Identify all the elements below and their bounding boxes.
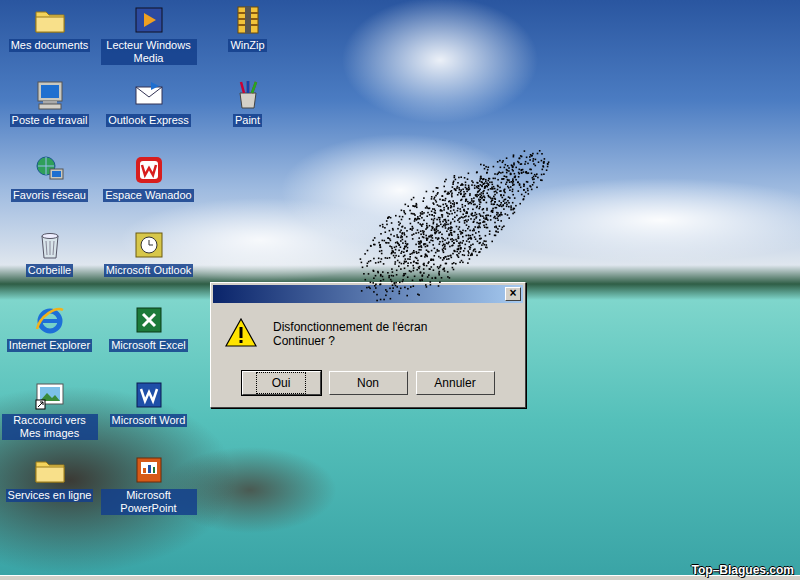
desktop-icon[interactable]: Poste de travail bbox=[0, 79, 99, 154]
desktop-icon[interactable]: Favoris réseau bbox=[0, 154, 99, 229]
internet-explorer-icon[interactable] bbox=[34, 304, 66, 336]
watermark: Top–Blagues.com bbox=[692, 561, 794, 579]
desktop-icon[interactable]: Lecteur Windows Media bbox=[99, 4, 198, 79]
desktop-icon[interactable]: WinZip bbox=[198, 4, 297, 79]
icon-column: WinZip Paint bbox=[198, 4, 297, 154]
icon-label[interactable]: Espace Wanadoo bbox=[103, 189, 193, 202]
button-label[interactable]: Annuler bbox=[434, 374, 475, 392]
desktop-icon[interactable]: Microsoft Excel bbox=[99, 304, 198, 379]
icon-label[interactable]: Internet Explorer bbox=[7, 339, 92, 352]
dialog-message: Disfonctionnement de l'écranContinuer ? bbox=[273, 317, 427, 349]
desktop-icon[interactable]: Outlook Express bbox=[99, 79, 198, 154]
message-line: Disfonctionnement de l'écran bbox=[273, 320, 427, 334]
winzip-icon[interactable] bbox=[232, 4, 264, 36]
icon-label[interactable]: Microsoft PowerPoint bbox=[101, 489, 197, 515]
media-player-icon[interactable] bbox=[133, 4, 165, 36]
dialog-button[interactable]: Oui bbox=[242, 371, 321, 395]
icon-label[interactable]: Microsoft Word bbox=[110, 414, 188, 427]
icon-label[interactable]: Services en ligne bbox=[6, 489, 94, 502]
computer-icon[interactable] bbox=[34, 79, 66, 111]
desktop-icon[interactable]: Microsoft Outlook bbox=[99, 229, 198, 304]
desktop-icon[interactable]: Raccourci vers Mes images bbox=[0, 379, 99, 454]
icon-label[interactable]: WinZip bbox=[228, 39, 266, 52]
icon-column: Lecteur Windows Media Outlook Express Espa… bbox=[99, 4, 198, 529]
icon-label[interactable]: Favoris réseau bbox=[11, 189, 88, 202]
dialog-button[interactable]: Annuler bbox=[416, 371, 495, 395]
icon-label[interactable]: Microsoft Excel bbox=[109, 339, 188, 352]
desktop-icon[interactable]: Services en ligne bbox=[0, 454, 99, 529]
outlook-express-icon[interactable] bbox=[133, 79, 165, 111]
desktop-icon[interactable]: Corbeille bbox=[0, 229, 99, 304]
screen: Mes documents Poste de travail Favoris rés… bbox=[0, 0, 800, 580]
title-bar[interactable]: × bbox=[213, 285, 523, 303]
word-icon[interactable] bbox=[133, 379, 165, 411]
icon-label[interactable]: Outlook Express bbox=[106, 114, 191, 127]
icon-area: Mes documents Poste de travail Favoris rés… bbox=[0, 0, 800, 529]
message-line: Continuer ? bbox=[273, 334, 427, 348]
wanadoo-icon[interactable] bbox=[133, 154, 165, 186]
dialog-buttons: Oui Non Annuler bbox=[213, 357, 523, 405]
desktop-icon[interactable]: Espace Wanadoo bbox=[99, 154, 198, 229]
icon-label[interactable]: Corbeille bbox=[26, 264, 73, 277]
desktop-icon[interactable]: Microsoft Word bbox=[99, 379, 198, 454]
warning-icon bbox=[225, 317, 257, 349]
dialog-body: Disfonctionnement de l'écranContinuer ? bbox=[213, 303, 523, 357]
close-button[interactable]: × bbox=[505, 287, 521, 301]
pictures-shortcut-icon[interactable] bbox=[34, 379, 66, 411]
button-label[interactable]: Oui bbox=[258, 374, 305, 392]
taskbar bbox=[0, 575, 800, 580]
button-label[interactable]: Non bbox=[357, 374, 379, 392]
desktop-icon[interactable]: Paint bbox=[198, 79, 297, 154]
icon-label[interactable]: Raccourci vers Mes images bbox=[2, 414, 98, 440]
outlook-icon[interactable] bbox=[133, 229, 165, 261]
desktop-icon[interactable]: Mes documents bbox=[0, 4, 99, 79]
desktop: Mes documents Poste de travail Favoris rés… bbox=[0, 0, 800, 575]
desktop-icon[interactable]: Internet Explorer bbox=[0, 304, 99, 379]
icon-label[interactable]: Mes documents bbox=[9, 39, 91, 52]
desktop-icon[interactable]: Microsoft PowerPoint bbox=[99, 454, 198, 529]
dialog: × Disfonctionnement de l'écranContinuer ?… bbox=[210, 282, 526, 408]
icon-column: Mes documents Poste de travail Favoris rés… bbox=[0, 4, 99, 529]
icon-label[interactable]: Paint bbox=[233, 114, 262, 127]
powerpoint-icon[interactable] bbox=[133, 454, 165, 486]
icon-label[interactable]: Microsoft Outlook bbox=[104, 264, 194, 277]
network-icon[interactable] bbox=[34, 154, 66, 186]
icon-label[interactable]: Lecteur Windows Media bbox=[101, 39, 197, 65]
folder-icon[interactable] bbox=[34, 4, 66, 36]
glitch-blob-icon bbox=[330, 125, 570, 310]
paint-icon[interactable] bbox=[232, 79, 264, 111]
recycle-bin-icon[interactable] bbox=[34, 229, 66, 261]
folder-icon[interactable] bbox=[34, 454, 66, 486]
icon-label[interactable]: Poste de travail bbox=[10, 114, 90, 127]
excel-icon[interactable] bbox=[133, 304, 165, 336]
dialog-button[interactable]: Non bbox=[329, 371, 408, 395]
